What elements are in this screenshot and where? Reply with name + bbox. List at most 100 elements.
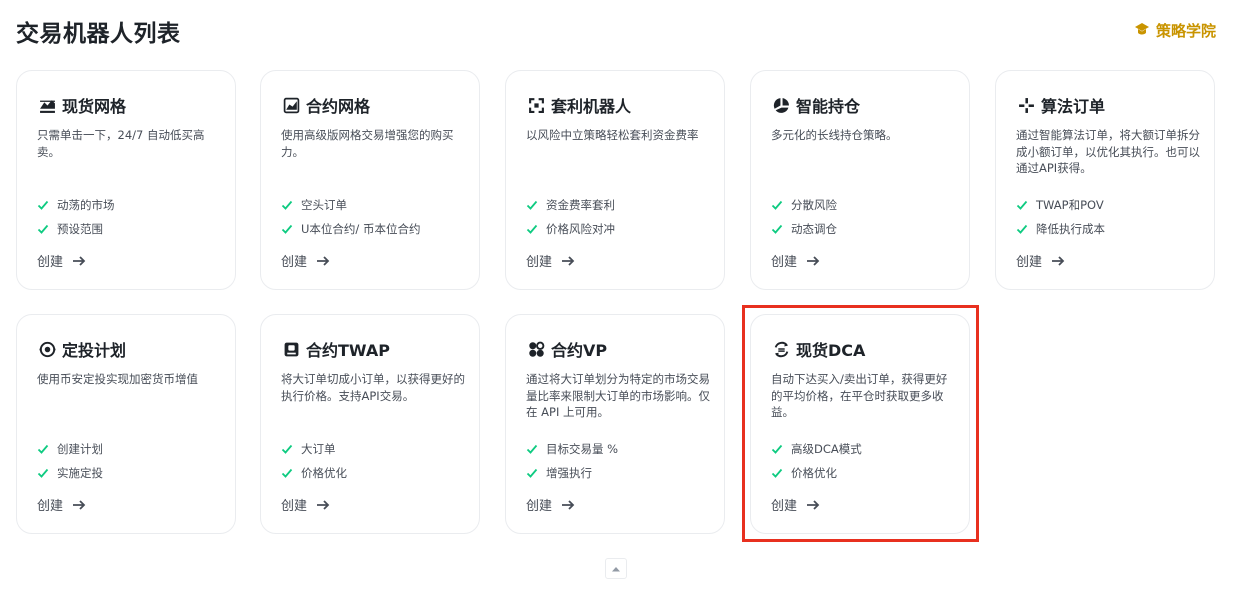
card-title: 现货网格: [62, 97, 127, 116]
feature-label: 动荡的市场: [57, 198, 115, 212]
check-icon: [1016, 224, 1028, 234]
check-icon: [771, 468, 783, 478]
bot-card-futures-vp[interactable]: 合约VP 通过将大订单划分为特定的市场交易量比率来限制大订单的市场影响。仅在 A…: [505, 314, 725, 534]
bot-card-futures-twap[interactable]: 合约TWAP 将大订单切成小订单，以获得更好的执行价格。支持API交易。 大订单…: [260, 314, 480, 534]
create-label: 创建: [281, 499, 308, 514]
feature-label: 价格优化: [301, 466, 347, 480]
bot-card-spot-dca[interactable]: 现货DCA 自动下达买入/卖出订单，获得更好的平均价格，在平仓时获取更多收益。 …: [750, 314, 970, 534]
check-icon: [37, 224, 49, 234]
bot-card-futures-grid[interactable]: 合约网格 使用高级版网格交易增强您的购买力。 空头订单 U本位合约/ 币本位合约…: [260, 70, 480, 290]
create-button[interactable]: 创建: [526, 251, 576, 270]
check-icon: [771, 224, 783, 234]
create-button[interactable]: 创建: [281, 251, 331, 270]
feature-label: 大订单: [301, 442, 336, 456]
feature-item: 动荡的市场: [37, 193, 115, 217]
feature-label: U本位合约/ 币本位合约: [301, 222, 421, 236]
feature-item: TWAP和POV: [1016, 193, 1105, 217]
card-description: 使用币安定投实现加密货币增值: [37, 372, 198, 386]
futures-vp-icon: [527, 340, 545, 358]
feature-label: 实施定投: [57, 466, 103, 480]
feature-item: 空头订单: [281, 193, 420, 217]
card-description: 多元化的长线持仓策略。: [771, 128, 898, 142]
check-icon: [1016, 200, 1028, 210]
feature-item: 创建计划: [37, 437, 103, 461]
futures-twap-icon: [282, 340, 300, 358]
arrow-right-icon: [73, 255, 86, 266]
feature-label: 目标交易量 %: [546, 442, 619, 456]
strategy-academy-label: 策略学院: [1155, 22, 1216, 40]
bot-card-algo-order[interactable]: 算法订单 通过智能算法订单，将大额订单拆分成小额订单，以优化其执行。也可以通过A…: [995, 70, 1215, 290]
feature-item: 大订单: [281, 437, 347, 461]
feature-label: 空头订单: [301, 198, 347, 212]
feature-item: 分散风险: [771, 193, 837, 217]
feature-label: 资金费率套利: [546, 198, 615, 212]
check-icon: [37, 444, 49, 454]
feature-label: 动态调仓: [791, 222, 837, 236]
create-button[interactable]: 创建: [1016, 251, 1066, 270]
check-icon: [771, 200, 783, 210]
create-label: 创建: [37, 499, 64, 514]
arrow-right-icon: [73, 499, 86, 510]
create-label: 创建: [771, 499, 798, 514]
check-icon: [37, 468, 49, 478]
create-label: 创建: [37, 255, 64, 270]
card-title: 合约VP: [551, 341, 608, 360]
scroll-to-top-button[interactable]: [605, 558, 627, 579]
arrow-right-icon: [1052, 255, 1065, 266]
feature-item: 实施定投: [37, 461, 103, 485]
card-description: 通过将大订单划分为特定的市场交易量比率来限制大订单的市场影响。仅在 API 上可…: [526, 372, 710, 419]
check-icon: [526, 468, 538, 478]
create-label: 创建: [281, 255, 308, 270]
check-icon: [281, 200, 293, 210]
bot-card-arbitrage[interactable]: 套利机器人 以风险中立策略轻松套利资金费率 资金费率套利 价格风险对冲 创建: [505, 70, 725, 290]
feature-item: 价格优化: [771, 461, 862, 485]
arrow-right-icon: [317, 255, 330, 266]
check-icon: [281, 444, 293, 454]
check-icon: [526, 200, 538, 210]
card-description: 使用高级版网格交易增强您的购买力。: [281, 128, 454, 159]
feature-label: 价格优化: [791, 466, 837, 480]
arrow-right-icon: [807, 255, 820, 266]
feature-item: U本位合约/ 币本位合约: [281, 217, 420, 241]
card-title: 合约网格: [306, 97, 371, 116]
arrow-right-icon: [562, 255, 575, 266]
bot-card-rebalance[interactable]: 智能持仓 多元化的长线持仓策略。 分散风险 动态调仓 创建: [750, 70, 970, 290]
graduation-cap-icon: [1134, 21, 1150, 41]
create-button[interactable]: 创建: [37, 251, 87, 270]
card-title: 定投计划: [62, 341, 127, 360]
feature-item: 价格风险对冲: [526, 217, 615, 241]
feature-label: 分散风险: [791, 198, 837, 212]
check-icon: [37, 200, 49, 210]
card-title: 套利机器人: [551, 97, 632, 116]
create-button[interactable]: 创建: [771, 251, 821, 270]
feature-item: 增强执行: [526, 461, 618, 485]
check-icon: [526, 444, 538, 454]
futures-grid-icon: [282, 96, 300, 114]
check-icon: [526, 224, 538, 234]
bot-card-auto-invest[interactable]: 定投计划 使用币安定投实现加密货币增值 创建计划 实施定投 创建: [16, 314, 236, 534]
card-title: 合约TWAP: [306, 341, 390, 360]
create-button[interactable]: 创建: [37, 495, 87, 514]
bot-card-spot-grid[interactable]: 现货网格 只需单击一下，24/7 自动低买高卖。 动荡的市场 预设范围 创建: [16, 70, 236, 290]
arrow-right-icon: [317, 499, 330, 510]
arrow-right-icon: [807, 499, 820, 510]
page-title: 交易机器人列表: [16, 21, 181, 47]
arbitrage-icon: [527, 96, 545, 114]
feature-item: 价格优化: [281, 461, 347, 485]
feature-label: 高级DCA模式: [791, 442, 862, 456]
card-title: 智能持仓: [796, 97, 861, 116]
create-label: 创建: [526, 255, 553, 270]
feature-item: 高级DCA模式: [771, 437, 862, 461]
feature-label: 创建计划: [57, 442, 103, 456]
check-icon: [771, 444, 783, 454]
feature-label: TWAP和POV: [1036, 198, 1104, 212]
card-description: 只需单击一下，24/7 自动低买高卖。: [37, 128, 205, 159]
card-description: 以风险中立策略轻松套利资金费率: [526, 128, 699, 142]
check-icon: [281, 224, 293, 234]
card-title: 算法订单: [1041, 97, 1106, 116]
strategy-academy-link[interactable]: 策略学院: [1134, 20, 1216, 41]
create-button[interactable]: 创建: [281, 495, 331, 514]
card-description: 通过智能算法订单，将大额订单拆分成小额订单，以优化其执行。也可以通过API获得。: [1016, 128, 1200, 175]
create-button[interactable]: 创建: [771, 495, 821, 514]
create-button[interactable]: 创建: [526, 495, 576, 514]
